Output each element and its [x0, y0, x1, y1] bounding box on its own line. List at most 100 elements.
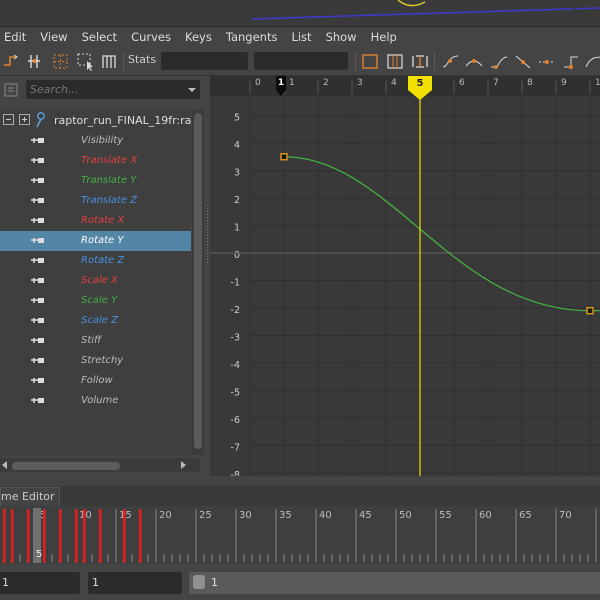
viewport-graphics	[251, 0, 600, 25]
menu-select[interactable]: Select	[75, 27, 124, 48]
stats-value-field[interactable]	[161, 52, 248, 70]
timeline-key-mark[interactable]	[27, 509, 30, 563]
menu-help[interactable]: Help	[364, 27, 404, 48]
frame-playback-icon[interactable]	[384, 51, 406, 72]
graph-canvas[interactable]: 012345678910543210-1-2-3-4-5-6-7-815	[210, 76, 600, 476]
keyframe-point[interactable]	[586, 307, 594, 315]
frame-tick-label: 2	[323, 78, 329, 88]
center-current-time-icon[interactable]	[409, 51, 431, 72]
start-frame-label: 1	[278, 78, 284, 88]
collapse-icon[interactable]	[3, 114, 14, 125]
scroll-right-icon[interactable]	[181, 461, 187, 469]
expand-icon[interactable]	[19, 114, 30, 125]
clamped-tangent-icon[interactable]	[488, 51, 510, 72]
chevron-down-icon[interactable]	[186, 84, 198, 96]
viewport-strip	[0, 0, 600, 27]
attribute-row[interactable]: Rotate Y	[0, 231, 191, 251]
timeline-key-mark[interactable]	[11, 509, 14, 563]
flat-tangent-icon[interactable]	[536, 51, 558, 72]
insert-key-icon[interactable]	[25, 51, 47, 72]
timeline-key-mark[interactable]	[99, 509, 102, 563]
attribute-row[interactable]: Scale Y	[0, 291, 191, 311]
keyframe-point[interactable]	[280, 153, 288, 161]
key-channel-icon	[31, 238, 44, 243]
object-row[interactable]: raptor_run_FINAL_19fr:rapt	[0, 110, 203, 130]
attribute-row[interactable]: Follow	[0, 371, 191, 391]
attribute-label: Rotate Y	[81, 235, 124, 246]
menu-list[interactable]: List	[284, 27, 318, 48]
hscroll-thumb[interactable]	[12, 462, 120, 470]
range-start-value: 1	[2, 576, 9, 589]
attribute-row[interactable]: Rotate X	[0, 211, 191, 231]
attribute-row[interactable]: Scale Z	[0, 311, 191, 331]
region-select-icon[interactable]	[75, 51, 97, 72]
attribute-row[interactable]: Translate X	[0, 151, 191, 171]
graph-view[interactable]: 012345678910543210-1-2-3-4-5-6-7-815	[210, 76, 600, 476]
retime-icon[interactable]	[98, 51, 120, 72]
range-slider-bar: 1 1 1	[0, 568, 600, 600]
time-slider[interactable]: 510152025303540455055606570755	[0, 506, 600, 564]
attribute-label: Scale X	[81, 275, 118, 286]
attribute-row[interactable]: Rotate Z	[0, 251, 191, 271]
frame-tick-label: 10	[595, 78, 600, 88]
timeline-key-mark[interactable]	[83, 509, 86, 563]
key-channel-icon	[31, 318, 44, 323]
timeline-key-mark[interactable]	[123, 509, 126, 563]
joint-icon	[33, 111, 49, 129]
attribute-label: Rotate Z	[81, 255, 125, 266]
editor-tab[interactable]: me Editor	[0, 487, 60, 506]
vscroll-thumb[interactable]	[194, 113, 202, 449]
menu-keys[interactable]: Keys	[178, 27, 219, 48]
search-input[interactable]	[26, 80, 200, 99]
plateau-tangent-icon[interactable]	[584, 51, 600, 72]
key-channel-icon	[31, 338, 44, 343]
range-slider-handle[interactable]	[193, 575, 205, 589]
menu-show[interactable]: Show	[319, 27, 364, 48]
range-inner-start-field[interactable]: 1	[88, 572, 182, 594]
attribute-row[interactable]: Volume	[0, 391, 191, 411]
menu-curves[interactable]: Curves	[124, 27, 178, 48]
attribute-label: Stiff	[81, 335, 102, 346]
graph-toolbar: Stats	[0, 48, 600, 76]
attribute-label: Stretchy	[81, 355, 124, 366]
auto-tangent-icon[interactable]	[440, 51, 462, 72]
attribute-row[interactable]: Translate Y	[0, 171, 191, 191]
value-tick-label: 0	[234, 250, 240, 261]
linear-tangent-icon[interactable]	[512, 51, 534, 72]
menu-tangents[interactable]: Tangents	[219, 27, 285, 48]
key-channel-icon	[31, 218, 44, 223]
range-slider[interactable]: 1	[189, 572, 600, 594]
menu-view[interactable]: View	[33, 27, 74, 48]
stats-value-field-2[interactable]	[254, 52, 348, 70]
value-tick-label: -2	[231, 305, 240, 316]
frame-all-icon[interactable]	[359, 51, 381, 72]
spline-tangent-icon[interactable]	[463, 51, 485, 72]
current-time-label: 5	[417, 78, 424, 89]
attribute-row[interactable]: Visibility	[0, 131, 191, 151]
frame-tick-label: 1	[289, 78, 295, 88]
value-tick-label: -1	[231, 278, 240, 289]
timeline-key-mark[interactable]	[139, 509, 142, 563]
panel-splitter[interactable]	[206, 205, 209, 265]
timeline-key-mark[interactable]	[43, 509, 46, 563]
attribute-row[interactable]: Stretchy	[0, 351, 191, 371]
timeline-tick-label: 65	[519, 510, 532, 521]
time-slider-canvas[interactable]: 510152025303540455055606570755	[0, 506, 600, 564]
step-tangent-icon[interactable]	[560, 51, 582, 72]
attribute-row[interactable]: Translate Z	[0, 191, 191, 211]
timeline-key-mark[interactable]	[75, 509, 78, 563]
frame-tick-label: 8	[527, 78, 533, 88]
attribute-row[interactable]: Stiff	[0, 331, 191, 351]
timeline-key-mark[interactable]	[59, 509, 62, 563]
timeline-key-mark[interactable]	[3, 509, 6, 563]
filter-icon[interactable]	[4, 82, 18, 98]
scroll-left-icon[interactable]	[2, 461, 8, 469]
attribute-row[interactable]: Scale X	[0, 271, 191, 291]
value-tick-label: 3	[234, 168, 240, 179]
move-key-icon[interactable]	[0, 51, 22, 72]
range-start-field[interactable]: 1	[0, 572, 80, 594]
lattice-icon[interactable]	[50, 51, 72, 72]
menu-edit[interactable]: Edit	[0, 27, 33, 48]
key-channel-icon	[31, 358, 44, 363]
value-tick-label: -6	[231, 415, 240, 426]
